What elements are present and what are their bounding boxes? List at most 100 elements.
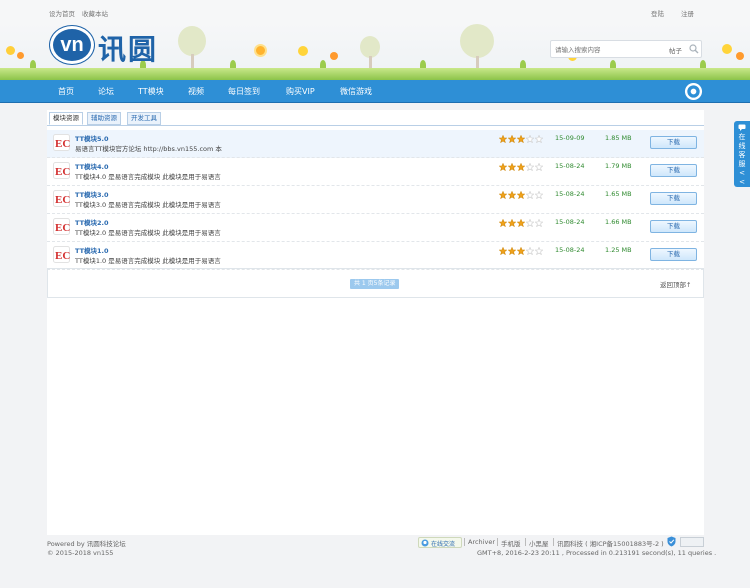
nav-item-home[interactable]: 首页: [58, 80, 74, 103]
nav-item-tt-module[interactable]: TT模块: [138, 80, 164, 103]
tab-dev-tools[interactable]: 开发工具: [127, 112, 161, 125]
online-service-label: 在线客服: [738, 133, 746, 168]
svg-text:EC: EC: [55, 250, 70, 262]
main-panel: 模块资源 辅助资源 开发工具 EC TT模块5.0 易语言TT模块官方论坛 http…: [47, 110, 704, 535]
rating-stars: [498, 162, 544, 172]
back-to-top-link[interactable]: 返回顶部↑: [660, 279, 691, 289]
module-title[interactable]: TT模块1.0: [75, 245, 109, 255]
module-title[interactable]: TT模块2.0: [75, 217, 109, 227]
qq-icon: [421, 539, 429, 547]
search-scope-select[interactable]: 帖子: [669, 45, 682, 55]
module-date: 15-08-24: [555, 218, 585, 226]
svg-text:EC: EC: [55, 222, 70, 234]
footer-link-archiver[interactable]: Archiver: [468, 538, 495, 546]
module-size: 1.85 MB: [605, 134, 632, 142]
online-chat-badge[interactable]: 在线交流: [418, 537, 462, 548]
svg-text:EC: EC: [55, 138, 70, 150]
module-description: 易语言TT模块官方论坛 http://bbs.vn155.com 本: [75, 145, 222, 153]
copyright: © 2015-2018 vn155: [47, 549, 114, 557]
module-description: TT模块1.0 是易语言完成模块 此模块是用于易语言: [75, 257, 221, 265]
star-filled-icon: [507, 134, 517, 144]
star-filled-icon: [498, 246, 508, 256]
module-file-icon: EC: [53, 134, 70, 151]
footer-divider: [553, 538, 554, 546]
module-title[interactable]: TT模块4.0: [75, 161, 109, 171]
login-link[interactable]: 登陆: [651, 8, 664, 18]
download-button[interactable]: 下载: [650, 136, 697, 149]
site-header: vn 讯圆 帖子: [0, 22, 750, 80]
star-empty-icon: [534, 218, 544, 228]
star-filled-icon: [516, 162, 526, 172]
pagination-summary[interactable]: 共 1 页5条记录: [350, 279, 400, 289]
collapse-arrow-icon[interactable]: <<: [739, 169, 745, 186]
star-filled-icon: [516, 218, 526, 228]
nav-item-forum[interactable]: 论坛: [98, 80, 114, 103]
module-date: 15-08-24: [555, 246, 585, 254]
module-size: 1.79 MB: [605, 162, 632, 170]
footer-link-mobile[interactable]: 手机版: [501, 538, 521, 548]
star-filled-icon: [498, 218, 508, 228]
download-button[interactable]: 下载: [650, 192, 697, 205]
register-link[interactable]: 注册: [681, 8, 694, 18]
search-input[interactable]: [555, 43, 655, 56]
module-date: 15-08-24: [555, 190, 585, 198]
star-filled-icon: [507, 162, 517, 172]
footer-divider: [497, 538, 498, 546]
module-date: 15-08-24: [555, 162, 585, 170]
module-size: 1.25 MB: [605, 246, 632, 254]
tab-assist-resources[interactable]: 辅助资源: [87, 112, 121, 125]
nav-item-daily-signin[interactable]: 每日签到: [228, 80, 260, 103]
svg-text:EC: EC: [55, 194, 70, 206]
chat-icon: [738, 124, 746, 131]
nav-item-video[interactable]: 视频: [188, 80, 204, 103]
star-filled-icon: [516, 246, 526, 256]
star-empty-icon: [534, 134, 544, 144]
module-file-icon: EC: [53, 190, 70, 207]
footer-divider: [525, 538, 526, 546]
module-size: 1.65 MB: [605, 190, 632, 198]
star-filled-icon: [498, 190, 508, 200]
star-filled-icon: [516, 190, 526, 200]
module-file-icon: EC: [53, 246, 70, 263]
star-empty-icon: [525, 218, 535, 228]
list-item: EC TT模块5.0 易语言TT模块官方论坛 http://bbs.vn155.co…: [47, 130, 704, 158]
bookmark-link[interactable]: 收藏本站: [82, 8, 108, 18]
pagination-bar: 共 1 页5条记录 返回顶部↑: [47, 268, 704, 298]
module-description: TT模块4.0 是易语言完成模块 此模块是用于易语言: [75, 173, 221, 181]
star-empty-icon: [525, 246, 535, 256]
search-icon[interactable]: [689, 44, 699, 54]
list-item: EC TT模块1.0 TT模块1.0 是易语言完成模块 此模块是用于易语言 15-08…: [47, 242, 704, 270]
nav-item-wechat-games[interactable]: 微信游戏: [340, 80, 372, 103]
star-filled-icon: [507, 190, 517, 200]
nav-item-buy-vip[interactable]: 购买VIP: [286, 80, 315, 103]
download-button[interactable]: 下载: [650, 248, 697, 261]
footer-link-blackroom[interactable]: 小黑屋: [529, 538, 549, 548]
download-button[interactable]: 下载: [650, 220, 697, 233]
set-homepage-link[interactable]: 设为首页: [49, 8, 75, 18]
module-title[interactable]: TT模块5.0: [75, 133, 109, 143]
footer-stats: GMT+8, 2016-2-23 20:11 , Processed in 0.…: [477, 549, 717, 557]
star-filled-icon: [507, 246, 517, 256]
gear-icon[interactable]: [684, 82, 703, 101]
module-file-icon: EC: [53, 218, 70, 235]
cnzz-stats-badge[interactable]: [680, 537, 704, 547]
main-nav: 首页 论坛 TT模块 视频 每日签到 购买VIP 微信游戏: [0, 80, 750, 103]
star-empty-icon: [534, 190, 544, 200]
footer-link-icp[interactable]: 讯圆科技 ( 湘ICP备15001883号-2 ): [557, 538, 664, 548]
module-title[interactable]: TT模块3.0: [75, 189, 109, 199]
tab-divider: [47, 125, 704, 126]
search-box: 帖子: [550, 40, 702, 58]
online-service-tab[interactable]: 在线客服 <<: [734, 121, 750, 187]
logo-mark: vn: [50, 26, 94, 64]
online-chat-label: 在线交流: [431, 541, 456, 548]
star-empty-icon: [525, 162, 535, 172]
module-size: 1.66 MB: [605, 218, 632, 226]
star-filled-icon: [507, 218, 517, 228]
tab-module-resources[interactable]: 模块资源: [49, 112, 83, 125]
security-shield-icon[interactable]: [667, 536, 676, 547]
download-button[interactable]: 下载: [650, 164, 697, 177]
list-item: EC TT模块3.0 TT模块3.0 是易语言完成模块 此模块是用于易语言 15-08…: [47, 186, 704, 214]
powered-by: Powered by 讯圆科技论坛: [47, 540, 126, 548]
module-description: TT模块2.0 是易语言完成模块 此模块是用于易语言: [75, 229, 221, 237]
star-empty-icon: [534, 162, 544, 172]
